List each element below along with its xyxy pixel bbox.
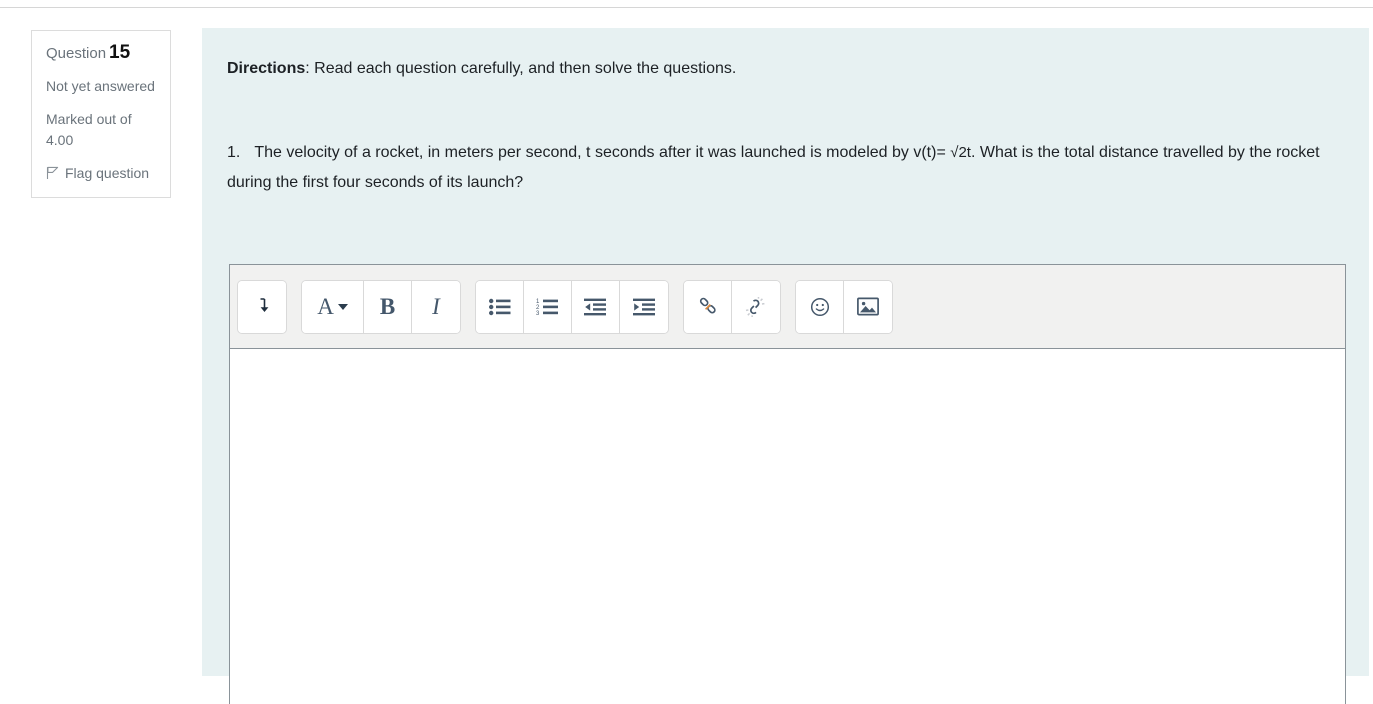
- image-icon: [857, 297, 879, 316]
- question-label: Question: [46, 45, 107, 62]
- toolbar-group-formatting: A B I: [301, 279, 461, 334]
- question-content-panel: Directions: Read each question carefully…: [202, 28, 1369, 704]
- flag-icon: [46, 166, 59, 180]
- chevron-down-icon: [337, 303, 348, 310]
- indent-button[interactable]: [620, 280, 668, 333]
- flag-question-button[interactable]: Flag question: [46, 163, 156, 183]
- bulleted-list-icon: [488, 298, 511, 316]
- link-icon: [698, 297, 718, 317]
- outdent-button[interactable]: [572, 280, 620, 333]
- flag-question-label: Flag question: [65, 165, 150, 181]
- top-divider: [0, 7, 1373, 8]
- toolbar-group-expand: [237, 279, 287, 334]
- question-grade: Marked out of 4.00: [46, 111, 132, 148]
- toolbar-group-links: [683, 279, 781, 334]
- directions-text: Directions: Read each question carefully…: [227, 58, 1337, 80]
- editor-toolbar: A B I 1 2 3: [230, 265, 1345, 349]
- indent-icon: [632, 298, 656, 316]
- question-prompt: 1. The velocity of a rocket, in meters pe…: [227, 138, 1344, 198]
- outdent-icon: [584, 298, 607, 316]
- svg-text:3: 3: [536, 311, 540, 316]
- unlink-button[interactable]: [732, 280, 780, 333]
- expand-toolbar-button[interactable]: [238, 280, 286, 333]
- toolbar-group-lists: 1 2 3: [475, 279, 669, 334]
- question-heading: Question 15: [46, 43, 156, 64]
- bulleted-list-button[interactable]: [476, 280, 524, 333]
- bold-button[interactable]: B: [364, 280, 412, 333]
- insert-link-button[interactable]: [684, 280, 732, 333]
- numbered-list-icon: 1 2 3: [536, 298, 559, 316]
- italic-icon: I: [432, 294, 440, 319]
- question-info-box: Question 15 Not yet answered Marked out o…: [31, 30, 171, 198]
- italic-button[interactable]: I: [412, 280, 460, 333]
- question-number: 15: [109, 42, 131, 63]
- insert-image-button[interactable]: [844, 280, 892, 333]
- emoji-button[interactable]: [796, 280, 844, 333]
- answer-textarea[interactable]: [230, 349, 1345, 704]
- numbered-list-button[interactable]: 1 2 3: [524, 280, 572, 333]
- answer-editor: A B I 1 2 3: [229, 264, 1346, 704]
- question-body-before: The velocity of a rocket, in meters per …: [254, 144, 951, 161]
- unlink-icon: [745, 296, 767, 317]
- toolbar-group-media: [795, 279, 893, 334]
- arrow-down-corner-icon: [254, 297, 270, 316]
- question-state: Not yet answered: [46, 78, 155, 94]
- letter-a-icon: A: [317, 294, 334, 319]
- directions-body: : Read each question carefully, and then…: [305, 60, 737, 77]
- smiley-icon: [810, 297, 830, 317]
- question-formula: √2t: [950, 144, 971, 161]
- text-styles-button[interactable]: A: [302, 280, 364, 333]
- bold-icon: B: [379, 294, 396, 319]
- directions-label: Directions: [227, 60, 306, 77]
- question-item-number: 1.: [227, 144, 241, 161]
